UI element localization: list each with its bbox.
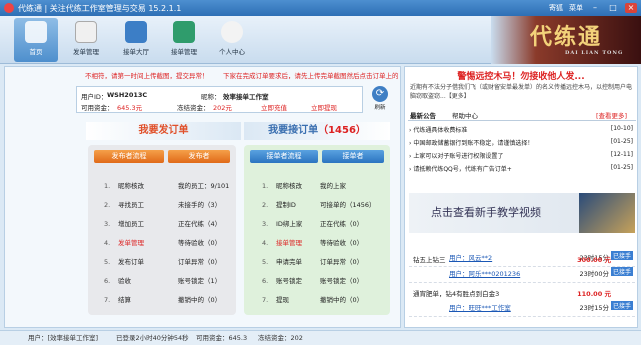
list-item[interactable]: 7. 提现 [262, 294, 302, 313]
list-item[interactable]: 4. 接单管理 [262, 237, 302, 256]
toolbar-order-hall[interactable]: 接单大厅 [114, 18, 158, 62]
toolbar-profile[interactable]: 个人中心 [210, 18, 254, 62]
notice-right: 下家在完成订单要求后，请先上传完单截图然后点击订单上的 [223, 72, 399, 80]
list-item[interactable]: 1. 昵称核改 [262, 180, 302, 199]
user-info-box: 用户ID： WSH2013C 昵称： 效率接单工作室 可用资金： 645.3元 … [76, 86, 363, 113]
app-logo-icon [4, 3, 14, 13]
withdraw-link[interactable]: 立即提现 [311, 102, 337, 112]
list-item[interactable]: › 中国邮政储蓄银行到账不稳定，请谨慎选择！ [01-25] [409, 138, 635, 151]
alert-text: 近期有不法分子借我们飞（或财留安单最发单）的名义传播远控木马，以控制用户电脑窃取… [410, 84, 633, 100]
home-icon [25, 21, 47, 43]
list-item[interactable]: 3. 增加员工 [104, 218, 144, 237]
view-more-link[interactable]: [查看更多] [596, 110, 627, 120]
toolbar-home[interactable]: 首页 [14, 18, 58, 62]
user-id: WSH2013C [107, 91, 148, 99]
list-item[interactable]: 账号锁定（1） [178, 275, 229, 294]
list-item[interactable]: 2. 寻找员工 [104, 199, 144, 218]
list-item[interactable]: 正在代练（0） [320, 218, 376, 237]
clipboard-icon [173, 21, 195, 43]
side-panel: 警惕远控木马！勿接收他人发... 近期有不法分子借我们飞（或财留安单最发单）的名… [404, 66, 638, 328]
maximize-button[interactable]: □ [607, 3, 619, 13]
nickname: 效率接单工作室 [223, 93, 269, 101]
list-item[interactable]: 可接单的（1456） [320, 199, 376, 218]
order-item[interactable]: 通宵肥单，钻4有胜点到白金3 110.00 元 用户：旺旺***工作室 23时1… [409, 283, 635, 317]
title-bar: 代练通 | 关注代练工作室管理与交易 15.2.1.1 寄狐 菜单 – □ × [0, 0, 641, 16]
alert-title[interactable]: 警惕远控木马！勿接收他人发... [405, 69, 637, 82]
close-button[interactable]: × [625, 3, 637, 13]
list-item[interactable]: › 上家可以对子账号进行权限设置了 [12-11] [409, 151, 635, 164]
list-item[interactable]: › 代练通具体收费标准 [10-10] [409, 125, 635, 138]
list-item[interactable]: 订单异常（0） [178, 256, 229, 275]
refresh-button[interactable]: ⟳ 刷新 [370, 86, 390, 112]
list-item[interactable]: 撤销中的（0） [320, 294, 376, 313]
window-title: 代练通 | 关注代练工作室管理与交易 15.2.1.1 [18, 3, 182, 13]
list-item[interactable]: 7. 结算 [104, 294, 144, 313]
list-item[interactable]: 1. 昵称核改 [104, 180, 144, 199]
list-item[interactable]: 订单异常（0） [320, 256, 376, 275]
notice-left: 不相符，请第一时间上传截图，提交异常！ [85, 72, 209, 80]
toolbar-take-orders[interactable]: 接单管理 [162, 18, 206, 62]
list-item[interactable]: 6. 账号锁定 [262, 275, 302, 294]
publisher-button[interactable]: 发布者 [168, 150, 230, 163]
taker-status-list: 我的上家 可接单的（1456） 正在代练（0） 等待验收（0） 订单异常（0） … [320, 180, 376, 313]
order-item[interactable]: 钻五上钻三 300.00 元 用户：阿乐***0201236 23时00分 已接… [409, 249, 635, 283]
tutorial-video-banner[interactable]: 点击查看新手教学视频 [409, 193, 635, 233]
post-order-header[interactable]: 我要发订单 [86, 122, 241, 140]
publisher-status-list: 我的员工：9/101 未接手的（3） 正在代练（4） 等待验收（0） 订单异常（… [178, 180, 229, 313]
list-item[interactable]: › 请抵赖代练QQ号，代练有广告订单+ [01-25] [409, 164, 635, 177]
tab-help[interactable]: 帮助中心 [452, 110, 478, 120]
news-list: › 代练通具体收费标准 [10-10] › 中国邮政储蓄银行到账不稳定，请谨慎选择… [409, 125, 635, 177]
refresh-icon: ⟳ [372, 86, 388, 102]
frozen-funds: 202元 [213, 104, 232, 112]
list-item[interactable]: 账号锁定（0） [320, 275, 376, 294]
user-id-label: 用户ID： [81, 93, 108, 101]
status-user: 用户：[效率接单工作室] [28, 334, 99, 342]
news-tabs: 最新公告 帮助中心 [查看更多] [408, 109, 636, 121]
take-order-header[interactable]: 我要接订单（1456） [244, 122, 390, 140]
user-name[interactable]: 寄狐 [549, 3, 563, 13]
list-item[interactable]: 撤销中的（0） [178, 294, 229, 313]
toolbar-post-orders[interactable]: 发单管理 [64, 18, 108, 62]
list-item[interactable]: 4. 发单管理 [104, 237, 144, 256]
publisher-flow-button[interactable]: 发布者流程 [94, 150, 164, 163]
list-item[interactable]: 我的员工：9/101 [178, 180, 229, 199]
list-item[interactable]: 5. 申请完单 [262, 256, 302, 275]
status-online-time: 已登录2小时40分钟54秒 [116, 334, 189, 342]
taker-steps: 1. 昵称核改 2. 提制ID 3. ID绑上家 4. 接单管理 5. 申请完单 6. 账号… [262, 180, 302, 313]
frozen-funds-label: 冻结资金： [177, 104, 210, 112]
status-bar: 用户：[效率接单工作室] 已登录2小时40分钟54秒 可用资金：645.3 冻结… [0, 330, 641, 345]
recharge-link[interactable]: 立即充值 [261, 102, 287, 112]
tab-announcements[interactable]: 最新公告 [410, 110, 436, 120]
list-item[interactable]: 未接手的（3） [178, 199, 229, 218]
list-item[interactable]: 等待验收（0） [178, 237, 229, 256]
status-available: 可用资金：645.3 [196, 334, 248, 342]
available-funds-label: 可用资金： [81, 104, 114, 112]
status-frozen: 冻结资金：202 [258, 334, 303, 342]
list-item[interactable]: 5. 发布订单 [104, 256, 144, 275]
list-item[interactable]: 等待验收（0） [320, 237, 376, 256]
taken-badge: 已接手 [610, 301, 633, 310]
minimize-button[interactable]: – [589, 3, 601, 13]
list-item[interactable]: 3. ID绑上家 [262, 218, 302, 237]
publisher-steps: 1. 昵称核改 2. 寻找员工 3. 增加员工 4. 发单管理 5. 发布订单 6. 验收 … [104, 180, 144, 313]
list-item[interactable]: 6. 验收 [104, 275, 144, 294]
taker-flow-button[interactable]: 接单者流程 [250, 150, 318, 163]
available-funds: 645.3元 [117, 104, 143, 112]
list-item[interactable]: 正在代练（4） [178, 218, 229, 237]
user-icon [221, 21, 243, 43]
list-item[interactable]: 我的上家 [320, 180, 376, 199]
taken-badge: 已接手 [610, 267, 633, 276]
brand-banner: 代练通 DAI LIAN TONG [491, 16, 641, 64]
banner-art [579, 193, 635, 233]
taker-button[interactable]: 接单者 [322, 150, 384, 163]
hall-icon [125, 21, 147, 43]
menu-button[interactable]: 菜单 [569, 3, 583, 13]
edit-icon [75, 21, 97, 43]
nickname-label: 昵称： [201, 93, 221, 101]
list-item[interactable]: 2. 提制ID [262, 199, 302, 218]
